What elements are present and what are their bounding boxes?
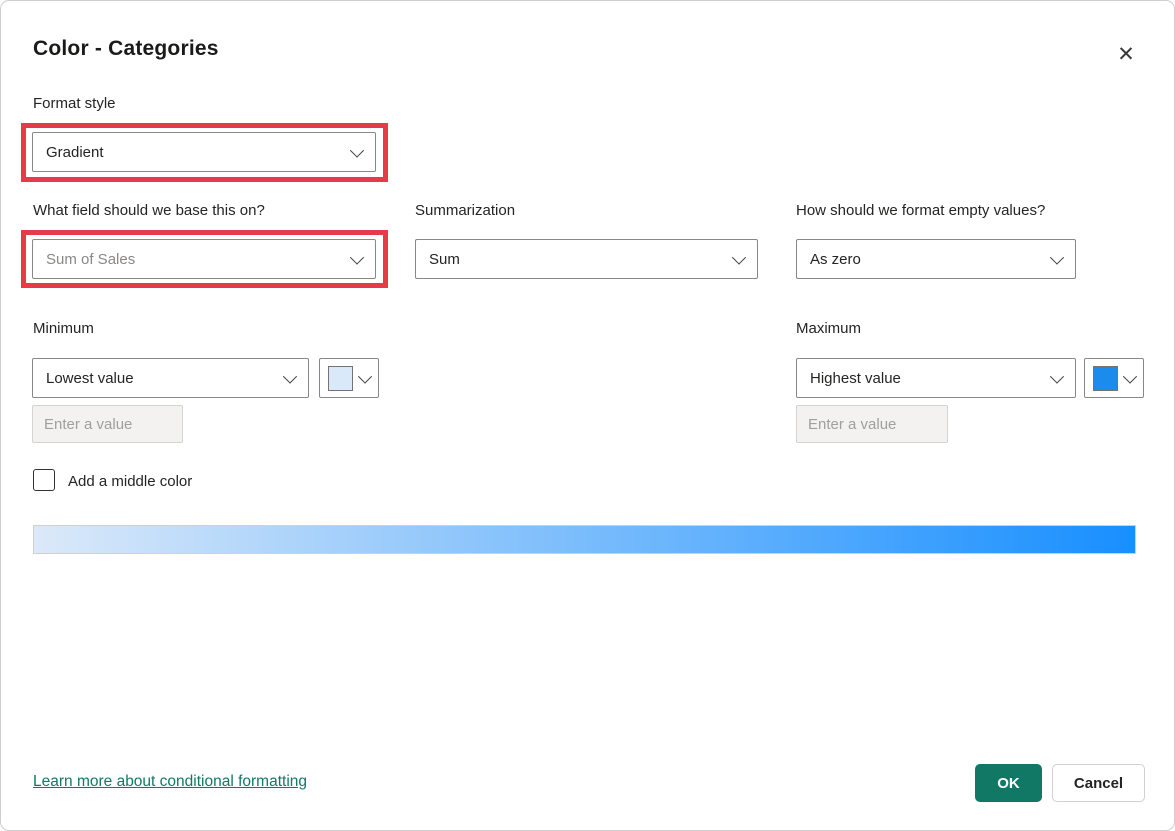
chevron-down-icon	[349, 143, 365, 158]
chevron-down-icon	[282, 369, 298, 384]
format-style-label: Format style	[33, 95, 116, 112]
minimum-value: Lowest value	[46, 369, 134, 387]
maximum-color-picker[interactable]	[1084, 358, 1144, 398]
minimum-dropdown[interactable]: Lowest value	[32, 358, 309, 398]
empty-values-label: How should we format empty values?	[796, 202, 1046, 219]
empty-values-value: As zero	[810, 250, 861, 268]
format-style-dropdown[interactable]: Gradient	[32, 132, 376, 172]
close-icon[interactable]: ✕	[1109, 37, 1143, 71]
chevron-down-icon	[349, 250, 365, 265]
format-style-value: Gradient	[46, 143, 104, 161]
maximum-label: Maximum	[796, 320, 862, 337]
base-field-label: What field should we base this on?	[33, 202, 265, 219]
minimum-value-input[interactable]	[32, 405, 183, 443]
base-field-value: Sum of Sales	[46, 250, 136, 268]
minimum-color-picker[interactable]	[319, 358, 379, 398]
chevron-down-icon	[1122, 369, 1138, 384]
add-middle-color-checkbox[interactable]	[33, 469, 55, 491]
summarization-value: Sum	[429, 250, 460, 268]
cancel-button[interactable]: Cancel	[1052, 764, 1145, 802]
gradient-preview-bar	[33, 525, 1136, 554]
maximum-dropdown[interactable]: Highest value	[796, 358, 1076, 398]
chevron-down-icon	[357, 369, 373, 384]
add-middle-color-label: Add a middle color	[68, 473, 193, 490]
summarization-dropdown[interactable]: Sum	[415, 239, 758, 279]
minimum-color-swatch	[328, 365, 353, 391]
base-field-dropdown[interactable]: Sum of Sales	[32, 239, 376, 279]
chevron-down-icon	[1049, 250, 1065, 265]
maximum-color-swatch	[1093, 365, 1118, 391]
maximum-value: Highest value	[810, 369, 901, 387]
chevron-down-icon	[1049, 369, 1065, 384]
maximum-value-input[interactable]	[796, 405, 948, 443]
conditional-formatting-dialog: Color - Categories ✕ Format style Gradie…	[0, 0, 1175, 831]
empty-values-dropdown[interactable]: As zero	[796, 239, 1076, 279]
ok-button[interactable]: OK	[975, 764, 1042, 802]
dialog-title: Color - Categories	[33, 37, 219, 60]
minimum-label: Minimum	[33, 320, 94, 337]
summarization-label: Summarization	[415, 202, 516, 219]
chevron-down-icon	[731, 250, 747, 265]
learn-more-link[interactable]: Learn more about conditional formatting	[33, 773, 307, 791]
